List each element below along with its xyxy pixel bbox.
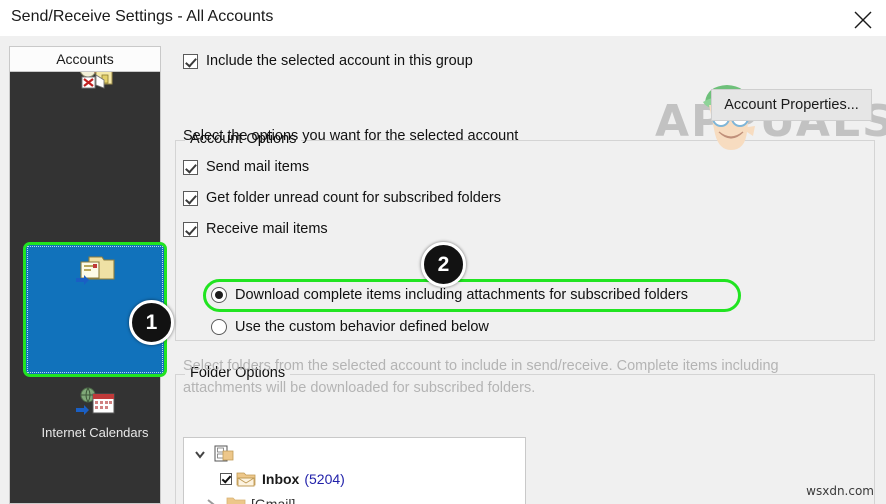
internet-calendar-sync-icon xyxy=(20,383,170,423)
sidebar-tab-accounts[interactable]: Accounts xyxy=(9,46,161,72)
inbox-folder-icon xyxy=(235,470,257,487)
tree-row-inbox[interactable]: Inbox (5204) xyxy=(220,466,345,491)
account-list-item-2[interactable]: Internet Calendars xyxy=(20,383,170,440)
custom-behavior-label: Use the custom behavior defined below xyxy=(235,319,489,335)
account-properties-button[interactable]: Account Properties... xyxy=(711,89,872,121)
folder-options-hint-line-1: Select folders from the selected account… xyxy=(183,358,779,374)
close-icon[interactable] xyxy=(840,0,886,35)
receive-mail-items-row[interactable]: Receive mail items xyxy=(183,221,328,237)
close-glyph xyxy=(854,11,872,29)
send-mail-items-row[interactable]: Send mail items xyxy=(183,159,309,175)
annotation-badge-1: 1 xyxy=(129,300,174,345)
custom-behavior-radio[interactable] xyxy=(211,319,227,335)
wsxdn-watermark: wsxdn.com xyxy=(806,484,874,498)
send-mail-items-label: Send mail items xyxy=(206,159,309,175)
account-options-hint: Select the options you want for the sele… xyxy=(183,128,518,144)
send-mail-items-checkbox[interactable] xyxy=(183,160,198,175)
tree-row-root[interactable] xyxy=(192,441,239,466)
account-root-icon xyxy=(214,445,234,462)
folder-icon xyxy=(226,496,246,504)
tree-row-inbox-count: (5204) xyxy=(304,471,344,487)
tree-row-inbox-label: Inbox xyxy=(262,471,299,487)
chevron-down-icon[interactable] xyxy=(192,446,208,462)
account-list-item-label-2: Internet Calendars xyxy=(20,425,170,440)
title-bar: Send/Receive Settings - All Accounts xyxy=(0,0,886,37)
annotation-badge-2: 2 xyxy=(421,242,466,287)
dialog-body: Internet Calendars Accounts Include the … xyxy=(0,36,886,504)
include-account-checkbox-row[interactable]: Include the selected account in this gro… xyxy=(183,53,473,69)
send-receive-settings-dialog: Send/Receive Settings - All Accounts xyxy=(0,0,886,504)
tree-row-gmail[interactable]: [Gmail] xyxy=(202,491,295,504)
folder-options-hint-line-2: attachments will be downloaded for subsc… xyxy=(183,380,535,396)
receive-mail-items-checkbox[interactable] xyxy=(183,222,198,237)
receive-mail-items-label: Receive mail items xyxy=(206,221,328,237)
include-account-label: Include the selected account in this gro… xyxy=(206,53,473,69)
unread-count-checkbox[interactable] xyxy=(183,191,198,206)
unread-count-label: Get folder unread count for subscribed f… xyxy=(206,190,501,206)
unread-count-row[interactable]: Get folder unread count for subscribed f… xyxy=(183,190,501,206)
inbox-checkbox[interactable] xyxy=(220,473,232,485)
tree-row-gmail-label: [Gmail] xyxy=(251,496,295,504)
custom-behavior-row[interactable]: Use the custom behavior defined below xyxy=(211,319,489,335)
chevron-right-icon[interactable] xyxy=(202,496,218,504)
folder-tree[interactable]: Inbox (5204) [Gmail] xyxy=(183,437,526,504)
include-account-checkbox[interactable] xyxy=(183,54,198,69)
page-title: Send/Receive Settings - All Accounts xyxy=(11,8,273,26)
download-option-highlight xyxy=(203,279,741,312)
accounts-pane: Internet Calendars xyxy=(9,46,161,504)
